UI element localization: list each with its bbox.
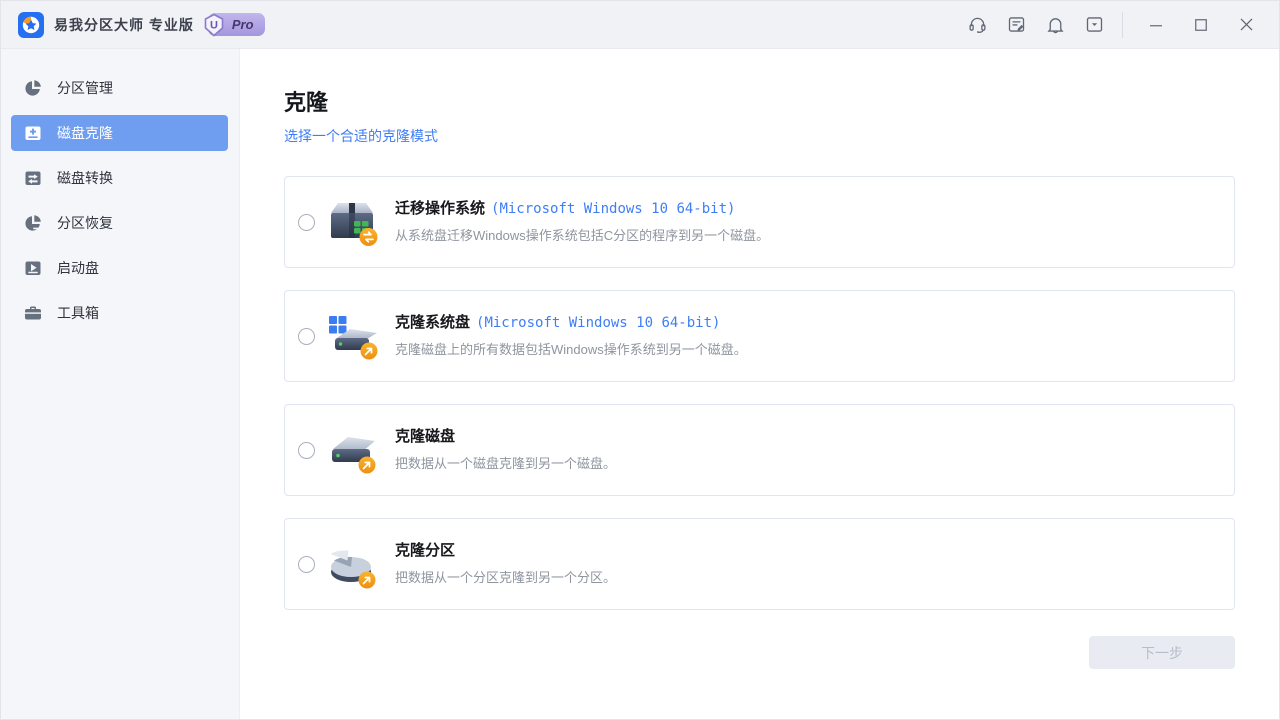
sidebar-item-label: 工具箱 [57,303,99,323]
option-title: 克隆磁盘 [395,428,616,446]
maximize-icon [1192,16,1210,34]
pro-badge-label: Pro [232,17,254,32]
clone-system-disk-icon [324,310,380,362]
sidebar-item-label: 启动盘 [57,258,99,278]
radio-clone-disk[interactable] [298,442,315,459]
minimize-icon [1147,16,1165,34]
option-title: 克隆分区 [395,542,616,560]
clone-page: 克隆 选择一个合适的克隆模式 [240,49,1279,719]
feedback-button[interactable] [1004,13,1028,37]
minimize-button[interactable] [1144,13,1168,37]
boot-disk-icon [23,258,43,278]
toolbox-icon [23,303,43,323]
option-description: 把数据从一个磁盘克隆到另一个磁盘。 [395,453,616,472]
disk-convert-icon [23,168,43,188]
page-subtitle: 选择一个合适的克隆模式 [284,126,1235,146]
support-button[interactable] [965,13,989,37]
clone-mode-list: 迁移操作系统(Microsoft Windows 10 64-bit) 从系统盘… [284,176,1235,610]
maximize-button[interactable] [1189,13,1213,37]
migrate-os-icon [324,196,380,248]
pie-chart-icon [23,78,43,98]
close-button[interactable] [1234,13,1258,37]
sidebar: 分区管理 磁盘克隆 磁盘转换 [1,49,240,719]
app-logo-icon [18,12,44,38]
notifications-button[interactable] [1043,13,1067,37]
option-clone-disk[interactable]: 克隆磁盘 把数据从一个磁盘克隆到另一个磁盘。 [284,404,1235,496]
sidebar-item-disk-clone[interactable]: 磁盘克隆 [11,115,228,151]
option-os-info: (Microsoft Windows 10 64-bit) [491,201,735,217]
sidebar-item-label: 分区管理 [57,78,113,98]
sidebar-item-label: 磁盘转换 [57,168,113,188]
option-clone-partition[interactable]: 克隆分区 把数据从一个分区克隆到另一个分区。 [284,518,1235,610]
sidebar-item-boot-disk[interactable]: 启动盘 [11,250,228,286]
sidebar-item-partition-recovery[interactable]: 分区恢复 [11,205,228,241]
titlebar-actions [950,12,1279,38]
sidebar-item-toolbox[interactable]: 工具箱 [11,295,228,331]
pro-u-shield-icon: U [201,12,227,38]
pro-badge[interactable]: U Pro [208,13,265,36]
next-button[interactable]: 下一步 [1089,636,1235,669]
titlebar-divider [1122,12,1123,38]
titlebar: 易我分区大师 专业版 U Pro [1,1,1279,49]
option-description: 克隆磁盘上的所有数据包括Windows操作系统到另一个磁盘。 [395,339,747,358]
bell-icon [1045,14,1066,35]
clone-partition-icon [324,538,380,590]
footer: 下一步 [284,636,1235,669]
app-window: 易我分区大师 专业版 U Pro [0,0,1280,720]
sidebar-item-disk-convert[interactable]: 磁盘转换 [11,160,228,196]
radio-migrate-os[interactable] [298,214,315,231]
radio-clone-system-disk[interactable] [298,328,315,345]
app-title: 易我分区大师 专业版 [54,15,194,35]
option-migrate-os[interactable]: 迁移操作系统(Microsoft Windows 10 64-bit) 从系统盘… [284,176,1235,268]
dropdown-box-icon [1084,14,1105,35]
sidebar-item-partition-management[interactable]: 分区管理 [11,70,228,106]
partition-recovery-icon [23,213,43,233]
memo-edit-icon [1006,14,1027,35]
option-description: 从系统盘迁移Windows操作系统包括C分区的程序到另一个磁盘。 [395,225,769,244]
option-os-info: (Microsoft Windows 10 64-bit) [476,315,720,331]
close-icon [1237,15,1256,34]
option-title: 迁移操作系统(Microsoft Windows 10 64-bit) [395,200,769,218]
clone-disk-icon [324,424,380,476]
radio-clone-partition[interactable] [298,556,315,573]
option-title: 克隆系统盘(Microsoft Windows 10 64-bit) [395,314,747,332]
option-clone-system-disk[interactable]: 克隆系统盘(Microsoft Windows 10 64-bit) 克隆磁盘上… [284,290,1235,382]
sidebar-item-label: 分区恢复 [57,213,113,233]
page-title: 克隆 [284,91,1235,115]
disk-clone-icon [23,123,43,143]
menu-button[interactable] [1082,13,1106,37]
headset-icon [967,14,988,35]
sidebar-item-label: 磁盘克隆 [57,123,113,143]
svg-text:U: U [210,20,218,32]
option-description: 把数据从一个分区克隆到另一个分区。 [395,567,616,586]
